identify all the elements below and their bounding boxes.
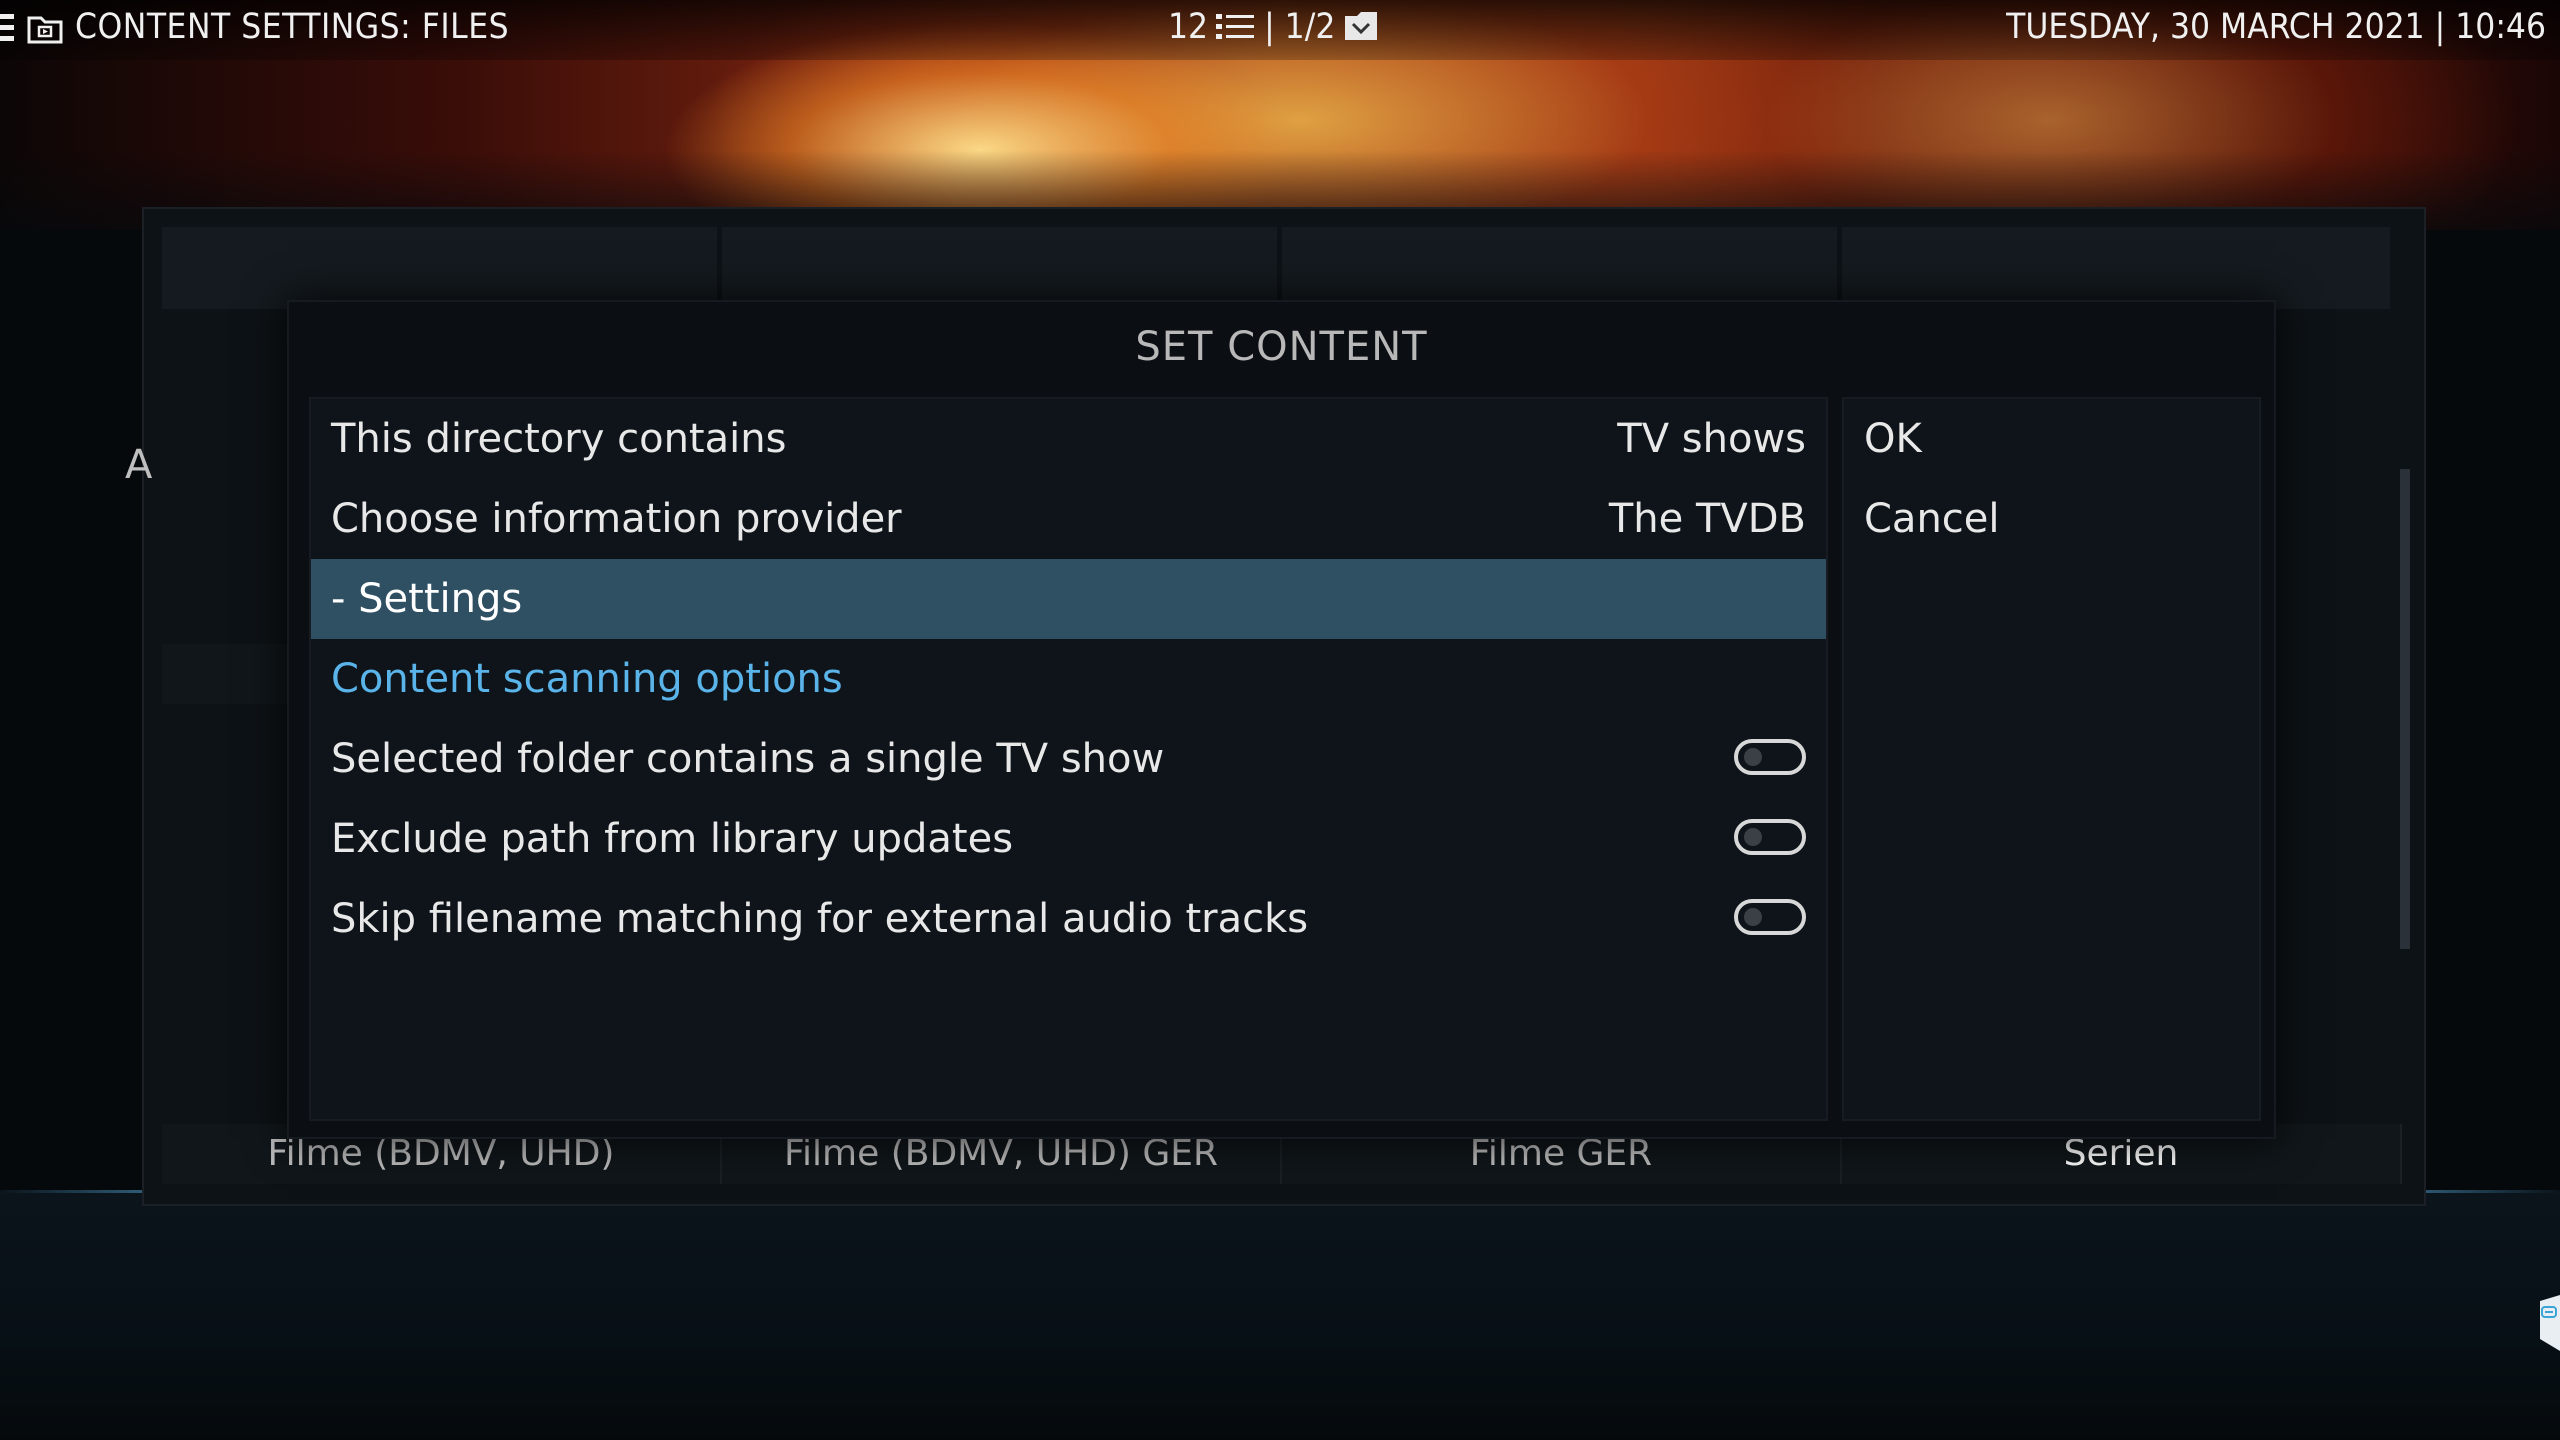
row-value: TV shows: [1617, 416, 1806, 462]
stub-letter: A: [125, 442, 153, 488]
side-gadget-icon[interactable]: [2536, 1295, 2560, 1351]
folder-icon: [1345, 12, 1378, 40]
exclude-path-row[interactable]: Exclude path from library updates: [311, 799, 1826, 879]
settings-row[interactable]: - Settings: [311, 559, 1826, 639]
background-column: [722, 227, 1277, 309]
exclude-path-toggle[interactable]: [1734, 819, 1806, 855]
page-title: CONTENT SETTINGS: FILES: [75, 7, 510, 47]
ok-button[interactable]: OK: [1844, 399, 2259, 479]
dialog-buttons: OK Cancel: [1842, 397, 2261, 1121]
row-label: - Settings: [331, 576, 523, 622]
cancel-button[interactable]: Cancel: [1844, 479, 2259, 559]
date-time: TUESDAY, 30 MARCH 2021 | 10:46: [2006, 7, 2546, 47]
page-indicator: | 1/2: [1264, 7, 1336, 47]
skip-filename-row[interactable]: Skip filename matching for external audi…: [311, 879, 1826, 959]
information-provider-row[interactable]: Choose information provider The TVDB: [311, 479, 1826, 559]
scrollbar[interactable]: [2400, 469, 2410, 949]
background-column: [1842, 227, 2390, 309]
row-label: Selected folder contains a single TV sho…: [331, 736, 1165, 782]
row-value: The TVDB: [1608, 496, 1806, 542]
background-column: [1282, 227, 1837, 309]
directory-contains-row[interactable]: This directory contains TV shows: [311, 399, 1826, 479]
toggle-knob: [1744, 908, 1762, 926]
toggle-knob: [1744, 748, 1762, 766]
menu-icon[interactable]: [0, 14, 14, 48]
item-count: 12: [1168, 7, 1209, 47]
list-icon: [1216, 14, 1255, 39]
row-label: Skip filename matching for external audi…: [331, 896, 1309, 942]
dialog-title: SET CONTENT: [1135, 324, 1428, 370]
skip-filename-toggle[interactable]: [1734, 899, 1806, 935]
row-label: Choose information provider: [331, 496, 902, 542]
top-bar: CONTENT SETTINGS: FILES 12 | 1/2 TUESDAY…: [0, 0, 2560, 60]
folder-icon: [27, 16, 63, 44]
background-floor: [0, 1190, 2560, 1440]
settings-list: This directory contains TV shows Choose …: [309, 397, 1828, 1121]
row-label: This directory contains: [331, 416, 787, 462]
single-tv-show-row[interactable]: Selected folder contains a single TV sho…: [311, 719, 1826, 799]
background-stub: [162, 644, 302, 704]
set-content-dialog: SET CONTENT This directory contains TV s…: [287, 300, 2276, 1139]
row-label: Exclude path from library updates: [331, 816, 1014, 862]
background-column: [162, 227, 717, 309]
toggle-knob: [1744, 828, 1762, 846]
single-tv-show-toggle[interactable]: [1734, 739, 1806, 775]
section-label: Content scanning options: [331, 656, 843, 702]
section-header: Content scanning options: [311, 639, 1826, 719]
item-counter: 12 | 1/2: [1168, 7, 1379, 47]
